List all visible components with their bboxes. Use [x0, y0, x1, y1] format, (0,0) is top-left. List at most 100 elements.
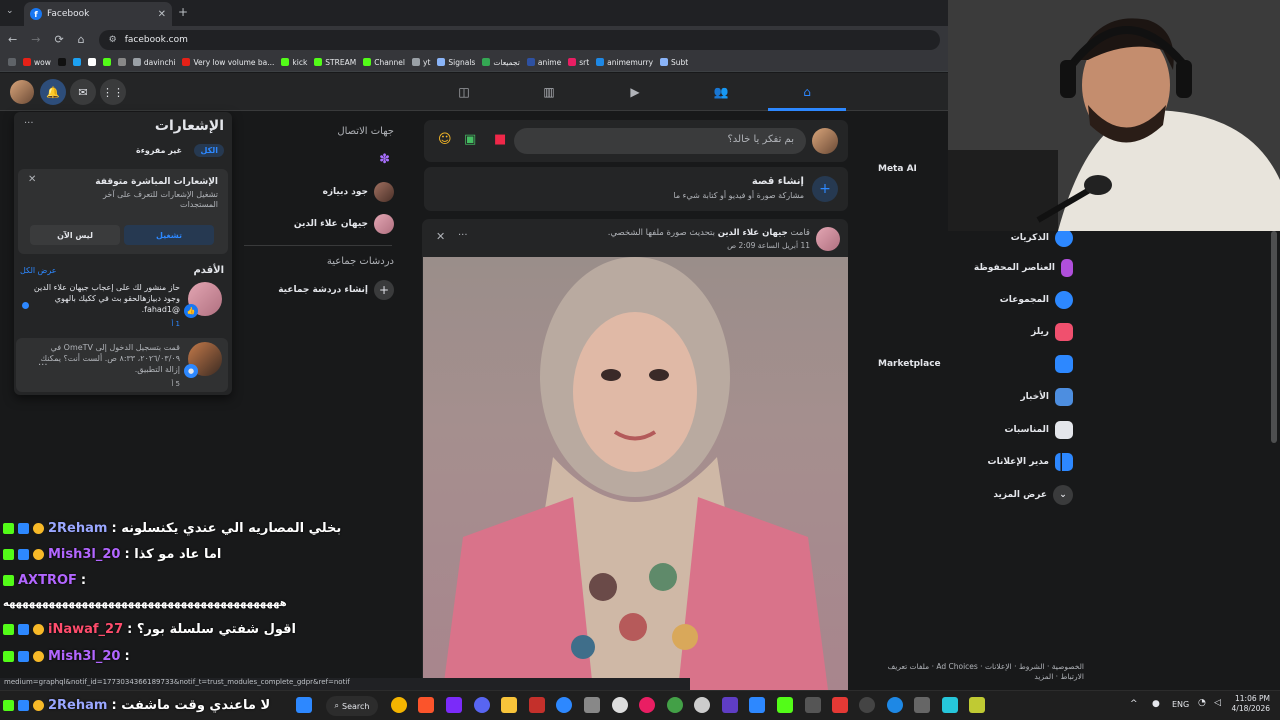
more-options-icon[interactable]: ··· — [24, 118, 34, 129]
friends-icon[interactable]: 👥 — [709, 80, 733, 104]
bookmark-icon[interactable] — [117, 58, 126, 66]
bookmark-item[interactable]: STREAM — [314, 58, 356, 67]
bookmark-item[interactable]: kick — [281, 58, 307, 67]
brave-icon[interactable] — [418, 697, 434, 713]
app-icon[interactable] — [556, 697, 572, 713]
tab-all[interactable]: الكل — [194, 144, 224, 157]
chat-username[interactable]: AXTROF — [18, 573, 77, 588]
microphone-icon[interactable]: ● — [1152, 699, 1160, 709]
sidebar-item-events[interactable]: المناسبات — [1005, 421, 1073, 439]
sidebar-item-reels[interactable]: ريلز — [1031, 323, 1073, 341]
profile-avatar[interactable] — [10, 80, 34, 104]
wifi-icon[interactable]: ◔ — [1198, 698, 1206, 708]
home-icon[interactable]: ⌂ — [78, 33, 85, 46]
notification-options-icon[interactable]: ··· — [38, 360, 48, 371]
clock[interactable]: 11:06 PM 4/18/2026 — [1230, 694, 1270, 714]
post-author-name[interactable]: جيهان علاء الدين — [718, 228, 788, 238]
bookmark-item[interactable]: anime — [526, 58, 561, 67]
sidebar-item-marketplace[interactable] — [1055, 355, 1073, 373]
chat-username[interactable]: Mish3l_20 — [48, 547, 120, 562]
post-author-avatar[interactable] — [816, 227, 840, 251]
xbox-icon[interactable] — [667, 697, 683, 713]
notification-item[interactable]: ● قمت بتسجيل الدخول إلى OmeTV في ٢٠٢٦/٠٣… — [16, 338, 228, 392]
scrollbar[interactable] — [1271, 231, 1277, 443]
meta-ai-contact-icon[interactable]: ✽ — [379, 152, 390, 167]
marketplace-link[interactable]: Marketplace — [878, 359, 941, 369]
app-icon[interactable] — [887, 697, 903, 713]
video-icon[interactable]: ▶ — [623, 80, 647, 104]
app-icon[interactable] — [749, 697, 765, 713]
search-button[interactable]: ⌕ Search — [326, 696, 378, 716]
notification-item[interactable]: 👍 حاز منشور لك على إعجاب جيهان علاء الدي… — [16, 280, 228, 332]
bookmark-item[interactable]: srt — [568, 58, 589, 67]
post-options-icon[interactable]: ··· — [458, 230, 468, 241]
site-info-icon[interactable]: ⚙ — [109, 35, 117, 45]
app-icon[interactable] — [942, 697, 958, 713]
live-video-icon[interactable]: ■ — [494, 132, 506, 147]
forward-icon[interactable]: → — [31, 33, 40, 46]
chat-username[interactable]: 2Reham — [48, 521, 107, 536]
bookmark-icon[interactable] — [72, 58, 81, 66]
url-field[interactable]: ⚙ facebook.com — [98, 29, 940, 50]
new-tab-button[interactable]: + — [178, 5, 188, 19]
bookmark-item[interactable]: animemurry — [596, 58, 653, 67]
see-all-link[interactable]: عرض الكل — [20, 266, 57, 275]
app-icon[interactable] — [722, 697, 738, 713]
chat-username[interactable]: iNawaf_27 — [48, 622, 123, 637]
app-icon[interactable] — [914, 697, 930, 713]
tab-unread[interactable]: غير مقروءة — [130, 144, 188, 157]
create-group-chat-button[interactable]: + إنشاء دردشة جماعية — [278, 280, 394, 300]
sidebar-item-saved[interactable]: العناصر المحفوظة — [974, 259, 1073, 277]
enable-notifications-button[interactable]: تشغيل — [124, 225, 214, 245]
bookmark-item[interactable]: wow — [23, 58, 51, 67]
bookmark-folder[interactable]: yt — [412, 58, 430, 67]
marketplace-icon[interactable]: ▥ — [537, 80, 561, 104]
bookmark-item[interactable]: Very low volume ba... — [182, 58, 274, 67]
sidebar-item-groups[interactable]: المجموعات — [1000, 291, 1073, 309]
app-icon[interactable] — [639, 697, 655, 713]
photo-video-icon[interactable]: ▣ — [464, 132, 476, 147]
bookmark-apps-icon[interactable] — [8, 58, 16, 66]
language-indicator[interactable]: ENG — [1172, 700, 1189, 709]
sidebar-item-news[interactable]: الأخبار — [1020, 388, 1073, 406]
app-icon[interactable] — [805, 697, 821, 713]
messenger-icon[interactable]: ✉ — [70, 79, 96, 105]
feeling-icon[interactable]: ☺ — [438, 132, 452, 147]
sidebar-item-ads-manager[interactable]: مدير الإعلانات — [988, 453, 1073, 471]
app-icon[interactable] — [584, 697, 600, 713]
app-icon[interactable] — [694, 697, 710, 713]
tray-chevron-icon[interactable]: ^ — [1130, 699, 1138, 709]
sidebar-see-more[interactable]: عرض المزيد ⌄ — [993, 485, 1073, 505]
bookmark-icon[interactable] — [57, 58, 66, 66]
gaming-icon[interactable]: ◫ — [452, 80, 476, 104]
post-photo[interactable] — [423, 257, 848, 690]
menu-grid-icon[interactable]: ⋮⋮ — [100, 79, 126, 105]
start-icon[interactable] — [296, 697, 312, 713]
back-icon[interactable]: ← — [8, 33, 17, 46]
contact-item[interactable]: جيهان علاء الدين — [294, 214, 394, 234]
not-now-button[interactable]: ليس الآن — [30, 225, 120, 245]
composer-input[interactable]: بم تفكر يا خالد؟ — [514, 128, 806, 154]
sidebar-item-memories[interactable]: الذكريات — [1011, 229, 1073, 247]
discord-icon[interactable] — [474, 697, 490, 713]
app-icon[interactable] — [969, 697, 985, 713]
bookmark-icon[interactable] — [87, 58, 96, 66]
create-story-card[interactable]: + إنشاء قصة مشاركة صورة أو فيديو أو كتاب… — [424, 167, 848, 211]
meta-ai-link[interactable]: Meta AI — [878, 164, 917, 174]
contact-item[interactable]: جود دبيازه — [323, 182, 394, 202]
app-icon[interactable] — [832, 697, 848, 713]
bookmark-item[interactable]: Subt — [660, 58, 688, 67]
chrome-icon[interactable] — [391, 697, 407, 713]
bookmark-folder[interactable]: davinchi — [132, 58, 175, 67]
file-explorer-icon[interactable] — [501, 697, 517, 713]
chat-username[interactable]: Mish3l_20 — [48, 649, 120, 664]
footer-links[interactable]: الخصوصية · الشروط · الإعلانات · Ad Choic… — [876, 662, 1084, 682]
reload-icon[interactable]: ⟳ — [54, 33, 63, 46]
bookmark-item[interactable]: Signals — [437, 58, 475, 67]
browser-tab[interactable]: f Facebook ✕ — [24, 2, 172, 26]
volume-icon[interactable]: ◁ — [1214, 698, 1221, 708]
app-icon[interactable] — [529, 697, 545, 713]
hide-post-icon[interactable]: ✕ — [436, 230, 445, 243]
app-icon[interactable] — [859, 697, 875, 713]
close-tab-icon[interactable]: ✕ — [158, 9, 166, 20]
